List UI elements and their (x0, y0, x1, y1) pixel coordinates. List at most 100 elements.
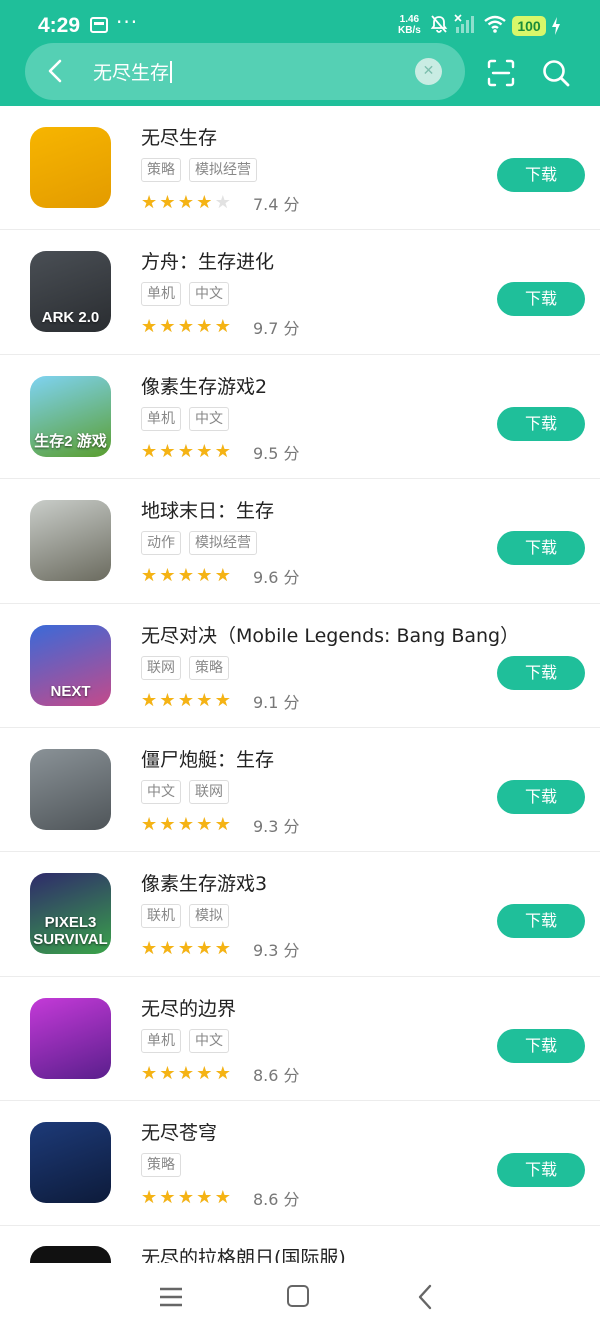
app-rating: ★★★★★ ★★★★★ 9.7 分 (141, 315, 300, 339)
status-bar: 4:29 ··· 1.46 KB/s 100 (0, 0, 600, 46)
header: 4:29 ··· 1.46 KB/s 100 无尽生存 ✕ (0, 0, 600, 106)
download-button[interactable]: 下载 (497, 406, 585, 441)
app-tags: 单机 中文 (141, 1028, 229, 1053)
app-icon[interactable] (30, 500, 111, 582)
app-tag: 模拟 (189, 904, 229, 929)
scan-icon[interactable] (486, 58, 516, 88)
network-speed: 1.46 KB/s (398, 14, 421, 36)
app-rating: ★★★★★ ★★★★★ 9.1 分 (141, 689, 300, 713)
recent-apps-icon[interactable] (159, 1286, 183, 1308)
app-tags: 联机 模拟 (141, 904, 229, 929)
app-icon[interactable] (30, 748, 111, 830)
download-button[interactable]: 下载 (497, 531, 585, 566)
download-button[interactable]: 下载 (497, 779, 585, 814)
app-rating: ★★★★★ ★★★★★ 9.3 分 (141, 813, 300, 837)
app-icon[interactable]: ARK 2.0 (30, 251, 111, 333)
star-rating-icon: ★★★★★★★★★★ (141, 192, 234, 213)
download-button[interactable]: 下载 (497, 904, 585, 939)
app-rating: ★★★★★ ★★★★★ 9.3 分 (141, 937, 300, 961)
app-tag: 联网 (189, 779, 229, 804)
app-score: 8.6 分 (253, 1190, 300, 1210)
app-tags: 单机 中文 (141, 406, 229, 431)
app-tag: 单机 (141, 1028, 181, 1053)
app-name[interactable]: 无尽苍穹 (141, 1118, 217, 1145)
status-time: 4:29 (38, 14, 81, 37)
app-tag: 动作 (141, 531, 181, 556)
app-tag: 单机 (141, 282, 181, 307)
app-icon-text: ARK 2.0 (41, 309, 100, 327)
app-tags: 单机 中文 (141, 282, 229, 307)
app-list-item[interactable]: 无尽的拉格朗日(国际服) (0, 1226, 600, 1286)
app-list-item[interactable]: ARK 2.0 方舟：生存进化 单机 中文 ★★★★★ ★★★★★ 9.7 分 下载 (0, 230, 600, 355)
app-icon[interactable]: PIXEL3 SURVIVAL (30, 873, 111, 955)
star-rating-icon: ★★★★★★★★★★ (141, 440, 234, 462)
app-icon[interactable] (30, 997, 111, 1079)
app-list-item[interactable]: 僵尸炮艇：生存 中文 联网 ★★★★★ ★★★★★ 9.3 分 下载 (0, 728, 600, 853)
network-speed-unit: KB/s (398, 25, 421, 36)
app-list-item[interactable]: NEXT 无尽对决（Mobile Legends: Bang Bang） 联网 策略 ★… (0, 604, 600, 728)
app-list-item[interactable]: 生存2 游戏 像素生存游戏2 单机 中文 ★★★★★ ★★★★★ 9.5 分 下载 (0, 355, 600, 480)
app-score: 8.6 分 (253, 1065, 300, 1085)
app-tag: 单机 (141, 406, 181, 431)
app-icon-text: NEXT (50, 682, 91, 700)
app-tag: 中文 (189, 1028, 229, 1053)
download-button[interactable]: 下载 (497, 282, 585, 317)
back-arrow-icon[interactable] (43, 57, 69, 85)
app-tag: 联网 (141, 655, 181, 680)
search-input[interactable]: 无尽生存 (93, 58, 172, 85)
app-tag: 中文 (141, 779, 181, 804)
star-rating-icon: ★★★★★★★★★★ (141, 689, 234, 711)
app-list-item[interactable]: 无尽的边界单机 中文 ★★★★★ ★★★★★ 8.6 分 下载 (0, 977, 600, 1102)
app-name[interactable]: 无尽的边界 (141, 994, 236, 1021)
star-rating-icon: ★★★★★★★★★★ (141, 1187, 234, 1209)
app-tags: 策略 (141, 1153, 181, 1178)
app-icon[interactable]: NEXT (30, 624, 111, 706)
star-rating-icon: ★★★★★★★★★★ (141, 938, 234, 960)
app-tag: 联机 (141, 904, 181, 929)
star-rating-icon: ★★★★★★★★★★ (141, 565, 234, 587)
app-tag: 中文 (189, 282, 229, 307)
app-icon[interactable] (30, 127, 111, 208)
download-button[interactable]: 下载 (497, 158, 585, 192)
app-list-item[interactable]: 无尽苍穹策略 ★★★★★ ★★★★★ 8.6 分 下载 (0, 1101, 600, 1226)
app-list-item[interactable]: PIXEL3 SURVIVAL 像素生存游戏3 联机 模拟 ★★★★★ ★★★★★ 9.3 … (0, 852, 600, 977)
app-name[interactable]: 僵尸炮艇：生存 (141, 745, 274, 772)
app-icon-text: PIXEL3 SURVIVAL (33, 914, 108, 949)
download-button[interactable]: 下载 (497, 1028, 585, 1063)
app-tags: 联网 策略 (141, 655, 229, 680)
app-name[interactable]: 无尽生存 (141, 123, 217, 150)
app-tag: 策略 (189, 655, 229, 680)
app-icon[interactable]: 生存2 游戏 (30, 375, 111, 457)
app-name[interactable]: 无尽对决（Mobile Legends: Bang Bang） (141, 621, 519, 648)
app-score: 9.5 分 (253, 443, 300, 463)
home-icon[interactable] (287, 1285, 309, 1307)
app-name[interactable]: 方舟：生存进化 (141, 247, 274, 274)
app-score: 9.6 分 (253, 568, 300, 588)
app-name[interactable]: 像素生存游戏2 (141, 372, 267, 399)
system-nav-bar (0, 1263, 600, 1333)
app-rating: ★★★★★ ★★★★★ 9.5 分 (141, 440, 300, 464)
app-rating: ★★★★★ ★★★★★ 9.6 分 (141, 564, 300, 588)
message-icon (90, 17, 108, 33)
search-icon[interactable] (541, 58, 571, 88)
app-score: 9.7 分 (253, 319, 300, 339)
clear-search-icon[interactable]: ✕ (415, 58, 442, 85)
search-results-list: 无尽生存策略模拟经营★★★★★★★★★★7.4 分下载 ARK 2.0 方舟：生存进… (0, 106, 600, 1286)
search-box[interactable]: 无尽生存 ✕ (25, 43, 465, 100)
app-icon[interactable] (30, 1122, 111, 1204)
app-name[interactable]: 像素生存游戏3 (141, 869, 267, 896)
star-rating-icon: ★★★★★★★★★★ (141, 316, 234, 338)
nav-back-icon[interactable] (415, 1283, 435, 1311)
search-query-text: 无尽生存 (93, 62, 170, 84)
charging-icon (552, 17, 560, 35)
mute-bell-icon (430, 15, 448, 33)
download-button[interactable]: 下载 (497, 1153, 585, 1188)
signal-icon (454, 14, 474, 33)
app-score: 9.3 分 (253, 941, 300, 961)
app-list-item[interactable]: 无尽生存策略模拟经营 ★★★★★★★★★★ 7.4 分 下载 (0, 106, 600, 231)
app-score: 9.3 分 (253, 816, 300, 836)
download-button[interactable]: 下载 (497, 655, 585, 690)
app-name[interactable]: 地球末日：生存 (141, 496, 274, 523)
star-rating-icon: ★★★★★★★★★★ (141, 1062, 234, 1084)
app-list-item[interactable]: 地球末日：生存 动作 模拟经营 ★★★★★ ★★★★★ 9.6 分 下载 (0, 479, 600, 604)
